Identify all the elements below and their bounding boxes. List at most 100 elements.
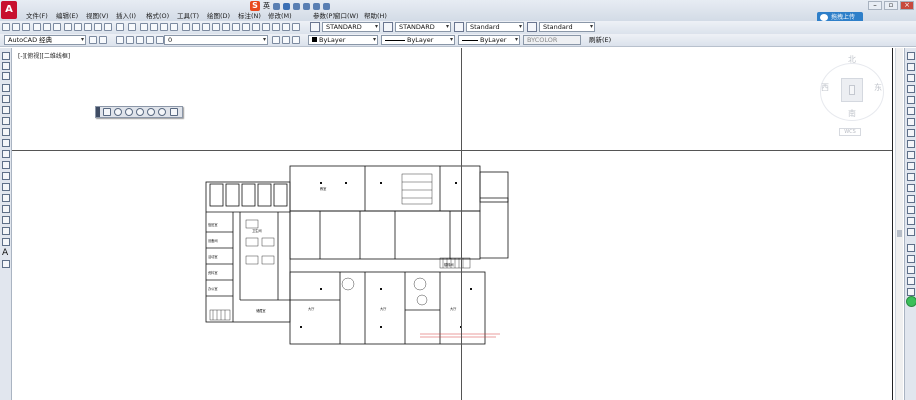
keyboard-icon[interactable]: [293, 2, 300, 10]
trim-icon[interactable]: [907, 151, 915, 159]
free-orbit-icon[interactable]: [125, 108, 133, 116]
measure-icon[interactable]: [262, 23, 270, 31]
group-icon[interactable]: [907, 288, 915, 296]
menu-view[interactable]: 视图(V): [86, 10, 109, 20]
autocad-logo[interactable]: A: [1, 1, 17, 19]
mleader-style-select[interactable]: Standard ▾: [539, 22, 595, 32]
pan-icon[interactable]: [140, 23, 148, 31]
scrollbar-thumb[interactable]: [897, 230, 902, 237]
markup-icon[interactable]: [222, 23, 230, 31]
quickcalc-icon[interactable]: [232, 23, 240, 31]
block-editor-icon[interactable]: [104, 23, 112, 31]
redo-icon[interactable]: [128, 23, 136, 31]
color-select[interactable]: ByLayer ▾: [308, 35, 378, 45]
construction-line-icon[interactable]: [2, 62, 10, 70]
tool-palettes-icon[interactable]: [202, 23, 210, 31]
minimize-button[interactable]: –: [868, 1, 882, 10]
scale-icon[interactable]: [907, 129, 915, 137]
layer-select[interactable]: 0 ▾: [164, 35, 268, 45]
rectangle-icon[interactable]: [2, 95, 10, 103]
menu-format[interactable]: 格式(O): [146, 10, 169, 20]
hatch-icon[interactable]: [2, 205, 10, 213]
layer-color-icon[interactable]: [156, 36, 164, 44]
compass-south[interactable]: 南: [848, 108, 856, 119]
edit-icon[interactable]: [907, 228, 915, 236]
workspace-icon[interactable]: [272, 23, 280, 31]
continuous-orbit-icon[interactable]: [136, 108, 144, 116]
extend-icon[interactable]: [907, 162, 915, 170]
lightbulb-icon[interactable]: [126, 36, 134, 44]
properties-panel-icon[interactable]: [907, 255, 915, 263]
wrench-icon[interactable]: [323, 2, 330, 10]
make-block-icon[interactable]: [2, 183, 10, 191]
refresh-button[interactable]: 刷新(E): [582, 36, 676, 46]
status-indicator-icon[interactable]: [906, 296, 916, 307]
viewport-controls-label[interactable]: [-][俯视][二维线框]: [18, 51, 70, 60]
revision-cloud-icon[interactable]: [2, 128, 10, 136]
polyline-icon[interactable]: [2, 72, 10, 80]
dim-style-select[interactable]: STANDARD ▾: [395, 22, 451, 32]
viewcube[interactable]: 北 南 东 西 WCS: [812, 52, 892, 140]
compass-north[interactable]: 北: [848, 54, 856, 65]
line-icon[interactable]: [2, 52, 10, 60]
swivel-icon[interactable]: [147, 108, 155, 116]
explode-icon[interactable]: [907, 217, 915, 225]
dim-style-icon[interactable]: [383, 22, 393, 32]
array-icon[interactable]: [907, 96, 915, 104]
ime-toolbar[interactable]: S 英: [250, 1, 342, 11]
publish-icon[interactable]: [53, 23, 61, 31]
ime-language[interactable]: 英: [263, 1, 270, 11]
workspace-select[interactable]: AutoCAD 经典 ▾: [4, 35, 86, 45]
print-icon[interactable]: [33, 23, 41, 31]
mleader-style-icon[interactable]: [527, 22, 537, 32]
view-manager-icon[interactable]: [282, 23, 290, 31]
walk-icon[interactable]: [158, 108, 166, 116]
design-center-icon[interactable]: [192, 23, 200, 31]
join-icon[interactable]: [907, 184, 915, 192]
workspace-settings-icon[interactable]: [89, 36, 97, 44]
restore-button[interactable]: ▫: [884, 1, 898, 10]
match-properties-icon[interactable]: [94, 23, 102, 31]
linetype-select[interactable]: ByLayer ▾: [381, 35, 455, 45]
menu-window[interactable]: 窗口(W): [334, 10, 359, 20]
table-icon[interactable]: [103, 108, 111, 116]
arc-icon[interactable]: [2, 106, 10, 114]
text-style-icon[interactable]: [310, 22, 320, 32]
fillet-icon[interactable]: [907, 206, 915, 214]
layer-states-icon[interactable]: [252, 23, 260, 31]
vertical-scrollbar[interactable]: [895, 48, 903, 400]
move-icon[interactable]: [907, 107, 915, 115]
compass-east[interactable]: 东: [874, 82, 882, 93]
save-icon[interactable]: [22, 23, 30, 31]
skin-icon[interactable]: [313, 2, 320, 10]
draworder-icon[interactable]: [907, 244, 915, 252]
menu-edit[interactable]: 编辑(E): [56, 10, 78, 20]
stretch-icon[interactable]: [907, 140, 915, 148]
menu-insert[interactable]: 插入(I): [116, 10, 136, 20]
zoom-realtime-icon[interactable]: [150, 23, 158, 31]
menu-dimension[interactable]: 标注(N): [238, 10, 261, 20]
spline-icon[interactable]: [2, 139, 10, 147]
ellipse-arc-icon[interactable]: [2, 161, 10, 169]
lineweight-select[interactable]: ByLayer ▾: [458, 35, 520, 45]
menu-help[interactable]: 帮助(H): [364, 10, 387, 20]
microphone-icon[interactable]: [283, 2, 290, 10]
region-icon[interactable]: [2, 227, 10, 235]
match-icon[interactable]: [907, 277, 915, 285]
camera-icon[interactable]: [170, 108, 178, 116]
sheet-set-icon[interactable]: [212, 23, 220, 31]
zoom-window-icon[interactable]: [160, 23, 168, 31]
undo-icon[interactable]: [116, 23, 124, 31]
chamfer-icon[interactable]: [907, 195, 915, 203]
polygon-icon[interactable]: [2, 84, 10, 92]
viewcube-top-face[interactable]: [841, 78, 863, 102]
gradient-icon[interactable]: [2, 216, 10, 224]
mirror-icon[interactable]: [907, 74, 915, 82]
ellipse-icon[interactable]: [2, 150, 10, 158]
render-icon[interactable]: [292, 23, 300, 31]
menu-parametric[interactable]: 参数(P): [313, 10, 335, 20]
copy-object-icon[interactable]: [907, 63, 915, 71]
erase-icon[interactable]: [907, 52, 915, 60]
table-style-icon[interactable]: [454, 22, 464, 32]
text-style-select[interactable]: STANDARD ▾: [322, 22, 380, 32]
